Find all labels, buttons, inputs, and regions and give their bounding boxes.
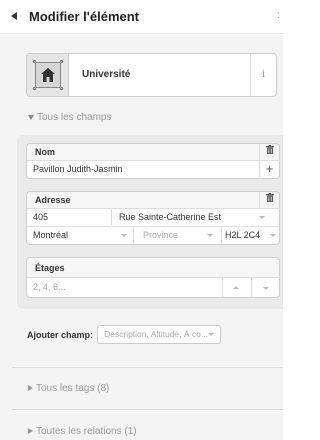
city-dropdown-caret-icon[interactable] xyxy=(121,234,127,237)
levels-field: Étages 2, 4, 6... xyxy=(26,257,280,298)
street-dropdown-caret-icon[interactable] xyxy=(259,216,265,219)
building-icon xyxy=(33,60,63,90)
header-menu-mark[interactable]: : xyxy=(277,10,280,21)
housenumber-input[interactable]: 405 xyxy=(33,209,103,225)
add-field-row: Ajouter champ: Description, Altitude, À … xyxy=(27,325,227,347)
add-field-combo[interactable]: Description, Altitude, À co... xyxy=(97,325,221,344)
levels-decrement-icon[interactable] xyxy=(263,287,269,290)
trash-icon[interactable] xyxy=(259,192,279,208)
preset-name: Université xyxy=(82,69,131,80)
collapsed-triangle-icon xyxy=(28,428,33,435)
all-relations-label: Toutes les relations (1) xyxy=(36,426,137,437)
collapsed-triangle-icon xyxy=(28,385,33,392)
info-icon[interactable]: i xyxy=(250,54,276,96)
add-field-placeholder: Description, Altitude, À co... xyxy=(104,329,208,339)
fields-panel: Nom Pavillon Judith-Jasmin + Adresse 405 xyxy=(17,135,283,309)
postcode-input[interactable]: H2L 2C4 xyxy=(225,227,273,243)
page-title: Modifier l'élément xyxy=(29,9,139,24)
back-arrow-icon[interactable] xyxy=(11,12,17,20)
province-input[interactable]: Province xyxy=(143,227,213,243)
inspector-header: Modifier l'élément : xyxy=(0,0,283,34)
all-fields-toggle[interactable]: Tous les champs xyxy=(28,112,111,123)
inspector-body: Université i Tous les champs Nom Pavillo… xyxy=(0,35,283,440)
province-dropdown-caret-icon[interactable] xyxy=(207,234,213,237)
expanded-triangle-icon xyxy=(28,114,34,120)
preset-button[interactable]: Université i xyxy=(26,53,277,97)
address-field-label: Adresse xyxy=(35,195,71,205)
street-input[interactable]: Rue Sainte-Catherine Est xyxy=(119,209,255,225)
add-field-caret-icon[interactable] xyxy=(208,333,214,336)
all-relations-toggle[interactable]: Toutes les relations (1) xyxy=(28,426,137,437)
divider xyxy=(12,367,283,368)
all-tags-label: Tous les tags (8) xyxy=(36,383,110,394)
levels-input[interactable]: 2, 4, 6... xyxy=(33,278,213,297)
city-input[interactable]: Montréal xyxy=(33,227,113,243)
levels-increment-icon[interactable] xyxy=(233,286,239,289)
postcode-dropdown-caret-icon[interactable] xyxy=(270,234,276,237)
trash-icon[interactable] xyxy=(259,144,279,160)
preset-icon-box xyxy=(27,54,69,96)
name-field-label: Nom xyxy=(35,147,55,157)
add-name-icon[interactable]: + xyxy=(259,161,279,177)
name-field: Nom Pavillon Judith-Jasmin + xyxy=(26,143,280,179)
all-fields-label: Tous les champs xyxy=(37,112,112,123)
divider xyxy=(12,409,283,410)
add-field-label: Ajouter champ: xyxy=(27,330,94,340)
all-tags-toggle[interactable]: Tous les tags (8) xyxy=(28,383,109,394)
name-input[interactable]: Pavillon Judith-Jasmin xyxy=(33,161,253,177)
address-field: Adresse 405 Rue Sainte-Catherine Est Mon… xyxy=(26,191,280,245)
levels-field-label: Étages xyxy=(35,263,65,273)
